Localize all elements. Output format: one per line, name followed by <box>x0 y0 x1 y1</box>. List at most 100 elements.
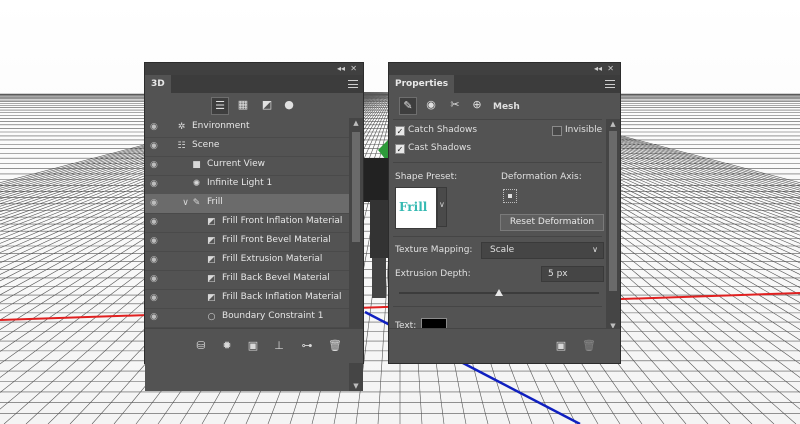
cast-shadows-checkbox[interactable]: ✓ <box>395 144 405 154</box>
deformation-axis-widget[interactable] <box>503 189 517 203</box>
material-icon: ◩ <box>207 236 216 246</box>
material-icon: ◩ <box>207 293 216 303</box>
cap-tab-icon[interactable]: ✂ <box>447 97 463 113</box>
scene-tree-row[interactable]: ◉ ◩ Frill Front Bevel Material <box>145 232 349 252</box>
render-icon[interactable]: ▣ <box>553 338 569 354</box>
texture-mapping-label: Texture Mapping: <box>395 245 473 255</box>
scene-tree-row-label: Frill Back Inflation Material <box>222 292 342 302</box>
scene-tree-row[interactable]: ◉ ✺ Infinite Light 1 <box>145 175 349 195</box>
properties-scrollbar[interactable]: ▲ ▼ <box>606 119 620 331</box>
scene-tree-row-label: Frill Front Bevel Material <box>222 235 331 245</box>
material-icon: ◩ <box>207 274 216 284</box>
scene-icon: ☷ <box>177 141 186 151</box>
tab-row: 3D <box>145 75 363 93</box>
filter-toolbar: ☰ ▦ ◩ ● <box>145 94 363 118</box>
camera-icon: ■ <box>192 160 201 170</box>
eye-icon[interactable]: ◉ <box>150 160 161 171</box>
tab-3d[interactable]: 3D <box>145 75 171 93</box>
scene-tree-row-label: Frill Back Bevel Material <box>222 273 330 283</box>
eye-icon[interactable]: ◉ <box>150 179 161 190</box>
catch-shadows-label: Catch Shadows <box>408 125 478 135</box>
scene-tree-row[interactable]: ◉ ∨ ✎ Frill <box>145 194 349 214</box>
collapse-icon[interactable]: ◂◂ <box>337 63 345 75</box>
eye-icon[interactable]: ◉ <box>150 141 161 152</box>
scene-tree-row[interactable]: ◉ ◩ Frill Front Inflation Material <box>145 213 349 233</box>
deformation-axis-label: Deformation Axis: <box>501 172 582 182</box>
coordinates-tab-icon[interactable]: ⊕ <box>469 97 485 113</box>
panel-titlebar[interactable]: ◂◂ ✕ <box>145 63 363 75</box>
panel-titlebar[interactable]: ◂◂ ✕ <box>389 63 620 75</box>
panel-menu-icon[interactable] <box>348 80 358 88</box>
properties-footer: ▣ 🗑 <box>389 328 620 363</box>
scene-tree-row-label: Scene <box>192 140 220 150</box>
texture-mapping-select[interactable]: Scale ∨ <box>481 242 604 259</box>
scene-tree-row[interactable]: ◉ ◩ Frill Back Bevel Material <box>145 270 349 290</box>
catch-shadows-checkbox[interactable]: ✓ <box>395 126 405 136</box>
scene-tree-row-label: Frill Extrusion Material <box>222 254 323 264</box>
scene-tree-row-label: Boundary Constraint 1 <box>222 311 324 321</box>
light-icon: ✺ <box>192 179 201 189</box>
invisible-label: Invisible <box>565 125 603 135</box>
texture-mapping-value: Scale <box>490 245 515 255</box>
shape-preset-label: Shape Preset: <box>395 172 458 182</box>
shape-preset-thumb-text: Frill <box>399 200 428 214</box>
scene-tree-row[interactable]: ◉ ○ Boundary Constraint 1 <box>145 308 349 328</box>
new-scene-icon[interactable]: ⛁ <box>193 338 209 354</box>
scene-tree-row-label: Frill Front Inflation Material <box>222 216 343 226</box>
expand-caret-icon[interactable]: ∨ <box>180 198 191 209</box>
close-icon[interactable]: ✕ <box>350 63 357 75</box>
deform-tab-icon[interactable]: ◉ <box>423 97 439 113</box>
extrusion-depth-slider[interactable] <box>399 289 599 299</box>
scene-tree-row[interactable]: ◉ ✲ Environment <box>145 118 349 138</box>
scene-tree-row[interactable]: ◉ ■ Current View <box>145 156 349 176</box>
scene-tree-row[interactable]: ◉ ◩ Frill Extrusion Material <box>145 251 349 271</box>
eye-icon[interactable]: ◉ <box>150 255 161 266</box>
extrusion-depth-value: 5 px <box>548 269 568 279</box>
scene-tree-row-label: Infinite Light 1 <box>207 178 273 188</box>
trash-icon[interactable]: 🗑 <box>581 338 597 354</box>
materials-icon[interactable]: ◩ <box>259 97 275 113</box>
mesh-tab-icon[interactable]: ✎ <box>399 97 417 115</box>
collapse-icon[interactable]: ◂◂ <box>594 63 602 75</box>
environment-icon: ✲ <box>177 122 186 132</box>
scene-tree-row-label: Environment <box>192 121 250 131</box>
eye-icon[interactable]: ◉ <box>150 198 161 209</box>
properties-tab-label: Mesh <box>493 102 520 112</box>
tab-row: Properties <box>389 75 620 93</box>
shape-preset-thumbnail[interactable]: Frill <box>395 187 437 229</box>
meshes-icon[interactable]: ▦ <box>235 97 251 113</box>
eye-icon[interactable]: ◉ <box>150 274 161 285</box>
properties-mode-toolbar: ✎ ◉ ✂ ⊕ Mesh <box>389 94 620 118</box>
close-icon[interactable]: ✕ <box>607 63 614 75</box>
ground-icon[interactable]: ⊥ <box>271 338 287 354</box>
eye-icon[interactable]: ◉ <box>150 293 161 304</box>
eye-icon[interactable]: ◉ <box>150 122 161 133</box>
whole-scene-icon[interactable]: ☰ <box>211 97 229 115</box>
constraint-icon[interactable]: ⊶ <box>299 338 315 354</box>
extrusion-depth-label: Extrusion Depth: <box>395 269 471 279</box>
scene-tree-row-label: Current View <box>207 159 266 169</box>
constraint-icon: ○ <box>207 312 216 322</box>
shape-preset-dropdown[interactable]: ∨ <box>437 187 447 227</box>
lights-icon[interactable]: ● <box>281 97 297 113</box>
material-icon: ◩ <box>207 255 216 265</box>
panel-menu-icon[interactable] <box>605 80 615 88</box>
extrusion-depth-input[interactable]: 5 px <box>541 266 604 282</box>
scene-tree-row[interactable]: ◉ ☷ Scene <box>145 137 349 157</box>
add-light-icon[interactable]: ✹ <box>219 338 235 354</box>
eye-icon[interactable]: ◉ <box>150 312 161 323</box>
material-icon: ◩ <box>207 217 216 227</box>
reset-deformation-button[interactable]: Reset Deformation <box>500 214 604 231</box>
properties-panel: ◂◂ ✕ Properties ✎ ◉ ✂ ⊕ Mesh ✓ Catch Sha… <box>388 62 621 364</box>
mesh-icon: ✎ <box>192 198 201 208</box>
3d-panel-footer: ⛁ ✹ ▣ ⊥ ⊶ 🗑 <box>145 328 363 363</box>
slider-handle[interactable] <box>495 289 503 296</box>
scene-tree-row[interactable]: ◉ ◩ Frill Back Inflation Material <box>145 289 349 309</box>
render-icon[interactable]: ▣ <box>245 338 261 354</box>
eye-icon[interactable]: ◉ <box>150 217 161 228</box>
eye-icon[interactable]: ◉ <box>150 236 161 247</box>
trash-icon[interactable]: 🗑 <box>327 338 343 354</box>
invisible-checkbox[interactable] <box>552 126 562 136</box>
tab-properties[interactable]: Properties <box>389 75 455 93</box>
3d-panel: ◂◂ ✕ 3D ☰ ▦ ◩ ● ◉ ✲ Environment ◉ ☷ Scene ◉ ■ Cu… <box>144 62 364 391</box>
